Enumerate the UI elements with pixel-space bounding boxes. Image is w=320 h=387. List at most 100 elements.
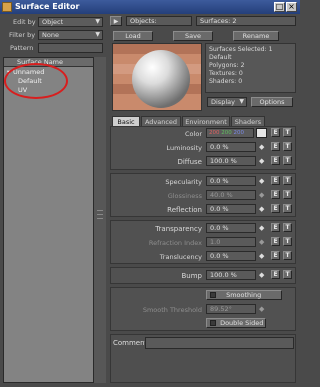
edit-by-value: Object bbox=[42, 18, 64, 26]
window-titlebar: Surface Editor bbox=[0, 0, 300, 14]
play-arrow-icon: ▶ bbox=[113, 18, 119, 25]
glossiness-label: Glossiness bbox=[167, 192, 202, 200]
diffuse-texture-button[interactable]: T bbox=[283, 156, 292, 165]
color-envelope-button[interactable]: E bbox=[271, 128, 280, 137]
smoothing-label: Smoothing bbox=[226, 291, 262, 299]
diffuse-envelope-button[interactable]: E bbox=[271, 156, 280, 165]
refraction-slider-icon[interactable]: ◆ bbox=[259, 238, 264, 246]
close-button[interactable]: × bbox=[286, 2, 297, 12]
refraction-texture-button[interactable]: T bbox=[283, 237, 292, 246]
smooth-threshold-label: Smooth Threshold bbox=[142, 306, 202, 314]
filter-by-label: Filter by bbox=[9, 31, 36, 39]
color-red-value: 200 bbox=[209, 130, 220, 136]
preview-sphere bbox=[113, 44, 201, 110]
tab-basic[interactable]: Basic bbox=[112, 116, 140, 126]
pattern-input[interactable] bbox=[38, 43, 103, 53]
bump-slider-icon[interactable]: ◆ bbox=[259, 271, 264, 279]
luminosity-slider-icon[interactable]: ◆ bbox=[259, 143, 264, 151]
refraction-envelope-button[interactable]: E bbox=[271, 237, 280, 246]
objects-label: Objects: bbox=[130, 17, 157, 25]
diffuse-input[interactable]: 100.0 % bbox=[206, 156, 256, 166]
rename-button[interactable]: Rename bbox=[233, 31, 279, 41]
specularity-envelope-button[interactable]: E bbox=[271, 176, 280, 185]
transparency-input[interactable]: 0.0 % bbox=[206, 223, 256, 233]
diffuse-slider-icon[interactable]: ◆ bbox=[259, 157, 264, 165]
maximize-button[interactable]: □ bbox=[274, 2, 285, 12]
info-shaders: Shaders: 0 bbox=[209, 78, 243, 85]
load-button[interactable]: Load bbox=[113, 31, 153, 41]
color-blue-value: 200 bbox=[233, 130, 245, 136]
comment-input[interactable] bbox=[145, 337, 294, 349]
smoothing-toggle[interactable]: Smoothing bbox=[206, 290, 282, 300]
surface-list[interactable]: Surface Name ▼ Unnamed Default UV bbox=[3, 57, 94, 383]
display-dropdown[interactable]: Display ▼ bbox=[207, 97, 247, 107]
surfaces-count: Surfaces: 2 bbox=[200, 17, 237, 25]
surface-preview[interactable] bbox=[112, 43, 202, 111]
smoothing-checkbox[interactable] bbox=[210, 292, 216, 298]
annotation-circle bbox=[4, 63, 68, 99]
chevron-down-icon: ▼ bbox=[239, 98, 244, 105]
transparency-slider-icon[interactable]: ◆ bbox=[259, 224, 264, 232]
glossiness-input[interactable]: 40.0 % bbox=[206, 190, 256, 200]
luminosity-texture-button[interactable]: T bbox=[283, 142, 292, 151]
filter-by-dropdown[interactable]: None ▼ bbox=[38, 30, 103, 40]
specularity-label: Specularity bbox=[165, 178, 202, 186]
bump-label: Bump bbox=[181, 272, 202, 280]
transparency-texture-button[interactable]: T bbox=[283, 223, 292, 232]
edit-by-dropdown[interactable]: Object ▼ bbox=[38, 17, 103, 27]
chevron-down-icon: ▼ bbox=[95, 31, 100, 38]
pattern-label: Pattern bbox=[10, 44, 34, 52]
refraction-index-label: Refraction Index bbox=[148, 239, 202, 247]
bump-texture-button[interactable]: T bbox=[283, 270, 292, 279]
translucency-input[interactable]: 0.0 % bbox=[206, 251, 256, 261]
window-title: Surface Editor bbox=[15, 2, 80, 11]
luminosity-envelope-button[interactable]: E bbox=[271, 142, 280, 151]
color-values-field[interactable]: 200 200 200 bbox=[206, 128, 254, 138]
info-textures: Textures: 0 bbox=[209, 70, 243, 77]
tab-advanced[interactable]: Advanced bbox=[141, 116, 181, 126]
color-swatch[interactable] bbox=[256, 128, 267, 138]
double-sided-checkbox[interactable] bbox=[210, 320, 216, 326]
translucency-label: Translucency bbox=[159, 253, 202, 261]
luminosity-input[interactable]: 0.0 % bbox=[206, 142, 256, 152]
surface-info-panel: Surfaces Selected: 1 Default Polygons: 2… bbox=[205, 43, 296, 93]
tab-shaders[interactable]: Shaders bbox=[231, 116, 265, 126]
specularity-texture-button[interactable]: T bbox=[283, 176, 292, 185]
bump-envelope-button[interactable]: E bbox=[271, 270, 280, 279]
splitter-grip-icon[interactable] bbox=[97, 210, 103, 224]
glossiness-slider-icon[interactable]: ◆ bbox=[259, 191, 264, 199]
translucency-slider-icon[interactable]: ◆ bbox=[259, 252, 264, 260]
color-green-value: 200 bbox=[221, 130, 232, 136]
surfaces-field: Surfaces: 2 bbox=[196, 16, 296, 26]
edit-by-label: Edit by bbox=[13, 18, 36, 26]
glossiness-envelope-button[interactable]: E bbox=[271, 190, 280, 199]
info-name: Default bbox=[209, 54, 232, 61]
diffuse-label: Diffuse bbox=[177, 158, 202, 166]
smooth-threshold-input[interactable]: 89.52° bbox=[206, 304, 256, 314]
color-label: Color bbox=[185, 130, 202, 138]
objects-field: Objects: bbox=[126, 16, 192, 26]
options-button[interactable]: Options bbox=[251, 97, 293, 107]
glossiness-texture-button[interactable]: T bbox=[283, 190, 292, 199]
reflection-texture-button[interactable]: T bbox=[283, 204, 292, 213]
specularity-input[interactable]: 0.0 % bbox=[206, 176, 256, 186]
reflection-input[interactable]: 0.0 % bbox=[206, 204, 256, 214]
reflection-label: Reflection bbox=[167, 206, 202, 214]
reflection-slider-icon[interactable]: ◆ bbox=[259, 205, 264, 213]
translucency-envelope-button[interactable]: E bbox=[271, 251, 280, 260]
filter-by-value: None bbox=[42, 31, 59, 39]
expand-arrow-button[interactable]: ▶ bbox=[110, 16, 122, 26]
double-sided-toggle[interactable]: Double Sided bbox=[206, 318, 266, 328]
info-polygons: Polygons: 2 bbox=[209, 62, 245, 69]
smooth-threshold-slider-icon[interactable]: ◆ bbox=[259, 305, 264, 313]
specularity-slider-icon[interactable]: ◆ bbox=[259, 177, 264, 185]
color-texture-button[interactable]: T bbox=[283, 128, 292, 137]
reflection-envelope-button[interactable]: E bbox=[271, 204, 280, 213]
tab-environment[interactable]: Environment bbox=[182, 116, 230, 126]
bump-input[interactable]: 100.0 % bbox=[206, 270, 256, 280]
transparency-envelope-button[interactable]: E bbox=[271, 223, 280, 232]
refraction-index-input[interactable]: 1.0 bbox=[206, 237, 256, 247]
save-button[interactable]: Save bbox=[173, 31, 213, 41]
double-sided-label: Double Sided bbox=[220, 319, 264, 327]
translucency-texture-button[interactable]: T bbox=[283, 251, 292, 260]
